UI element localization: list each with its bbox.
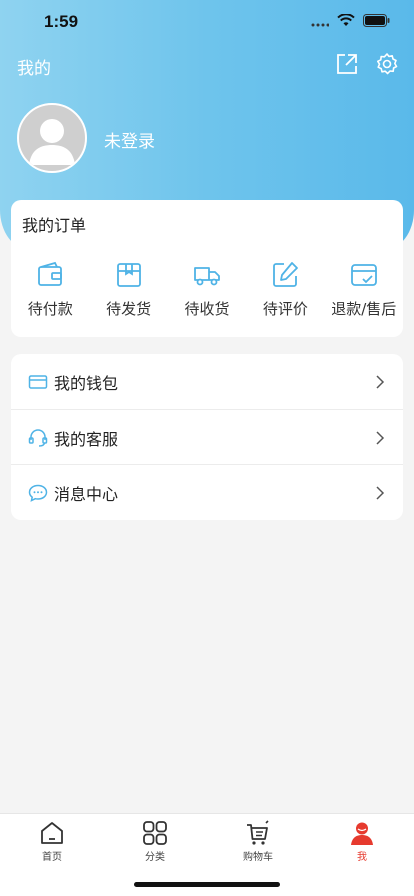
package-icon: [116, 263, 141, 287]
chevron-right-icon: [376, 374, 385, 389]
order-label: 待付款: [27, 300, 73, 318]
tab-label: 购物车: [243, 852, 273, 863]
order-pending-shipment[interactable]: 待发货: [89, 260, 167, 319]
category-icon: [143, 821, 167, 845]
chat-icon: [28, 484, 48, 502]
order-refund-aftersale[interactable]: 退款/售后: [325, 260, 403, 319]
default-avatar-icon: [29, 119, 75, 165]
wifi-icon: [337, 14, 355, 26]
status-icons: [311, 14, 390, 27]
status-time: 1:59: [44, 12, 79, 31]
signal-icon: [311, 23, 329, 26]
battery-icon: [363, 14, 390, 27]
wallet-icon: [38, 261, 63, 286]
tab-category[interactable]: 分类: [125, 820, 185, 863]
order-status-row: 待付款 待发货 待收货 待评价 退款/售后: [11, 260, 403, 319]
order-pending-review[interactable]: 待评价: [246, 260, 324, 319]
avatar[interactable]: [17, 103, 87, 173]
page-title: 我的: [17, 59, 51, 79]
tab-me[interactable]: 我: [332, 820, 392, 863]
settings-gear-icon[interactable]: [375, 52, 399, 76]
chevron-right-icon: [376, 430, 385, 445]
menu-list-card: 我的钱包 我的客服 消息中心: [11, 354, 403, 520]
menu-label: 我的钱包: [54, 373, 119, 393]
user-icon: [351, 822, 373, 845]
home-indicator: [134, 882, 280, 887]
refund-icon: [350, 264, 377, 286]
order-label: 退款/售后: [331, 300, 397, 318]
order-pending-receipt[interactable]: 待收货: [168, 260, 246, 319]
login-prompt[interactable]: 未登录: [104, 127, 155, 152]
headset-icon: [28, 428, 48, 447]
menu-item-wallet[interactable]: 我的钱包: [11, 354, 403, 409]
cart-icon: [247, 820, 269, 845]
order-label: 待评价: [262, 300, 308, 318]
card-icon: [28, 374, 48, 389]
order-label: 待发货: [106, 300, 152, 318]
chevron-right-icon: [376, 485, 385, 500]
tab-home[interactable]: 首页: [22, 820, 82, 863]
tab-cart[interactable]: 购物车: [228, 820, 288, 863]
tab-label: 分类: [145, 852, 165, 863]
menu-item-customer-service[interactable]: 我的客服: [11, 410, 403, 465]
order-label: 待收货: [184, 300, 230, 318]
menu-item-messages[interactable]: 消息中心: [11, 465, 403, 520]
edit-icon: [273, 262, 299, 287]
menu-label: 消息中心: [54, 484, 119, 504]
order-pending-payment[interactable]: 待付款: [11, 260, 89, 319]
share-icon[interactable]: [335, 52, 359, 76]
status-bar: 1:59: [0, 0, 414, 46]
my-orders-card: 我的订单 待付款 待发货 待收货 待评价 退款/售后: [11, 200, 403, 337]
my-orders-title[interactable]: 我的订单: [22, 212, 86, 236]
home-icon: [41, 822, 63, 844]
menu-label: 我的客服: [54, 429, 119, 449]
tab-label: 首页: [42, 852, 62, 863]
truck-icon: [194, 267, 220, 286]
tab-label: 我: [357, 852, 367, 863]
